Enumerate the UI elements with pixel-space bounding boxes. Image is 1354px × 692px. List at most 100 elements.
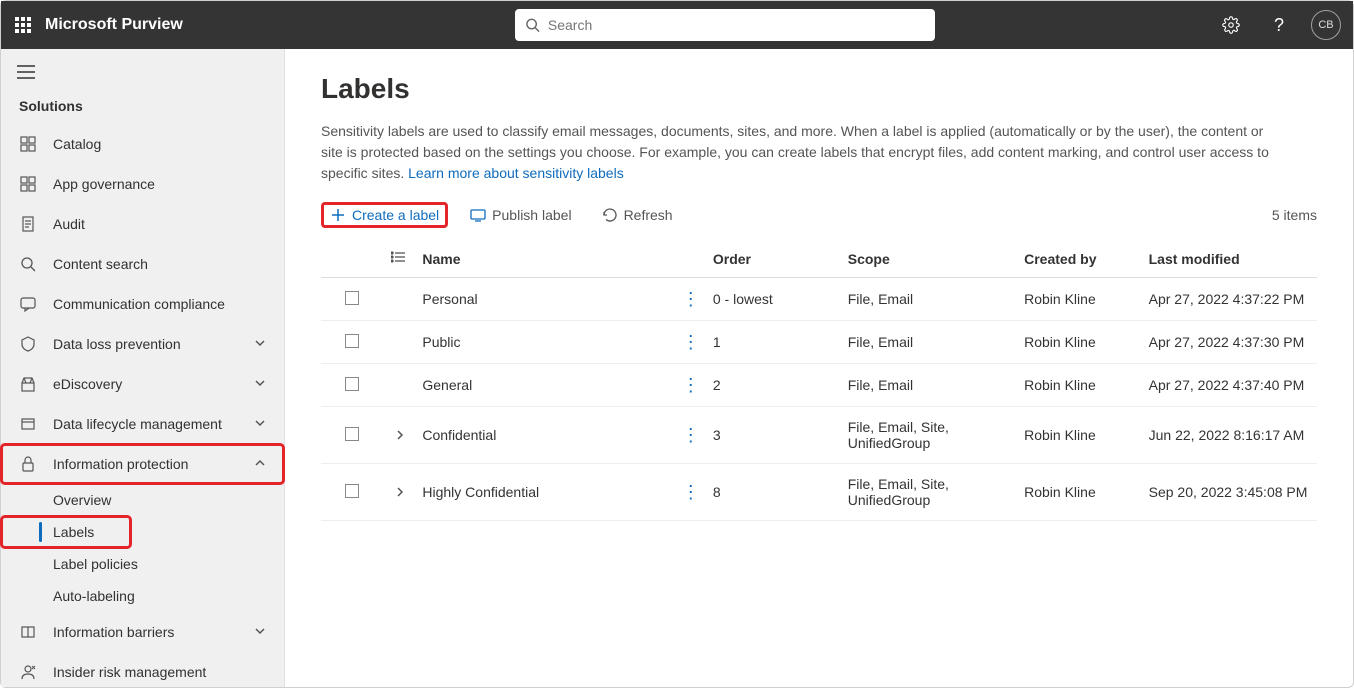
cell-name: Public <box>422 334 460 350</box>
search-icon <box>19 255 37 273</box>
sidebar-item-information-barriers[interactable]: Information barriers <box>1 612 284 652</box>
cell-name: General <box>422 377 472 393</box>
sidebar-item-label: Label policies <box>53 556 138 572</box>
sidebar-item-ediscovery[interactable]: eDiscovery <box>1 364 284 404</box>
sidebar-item-communication-compliance[interactable]: Communication compliance <box>1 284 284 324</box>
publish-label-button[interactable]: Publish label <box>462 203 579 227</box>
row-checkbox[interactable] <box>345 334 359 348</box>
cell-scope: File, Email <box>848 377 913 393</box>
sidebar-item-label: Data lifecycle management <box>53 416 222 432</box>
help-icon: ? <box>1274 15 1284 36</box>
sidebar-item-label: Information barriers <box>53 624 174 640</box>
user-avatar[interactable]: CB <box>1311 10 1341 40</box>
row-checkbox[interactable] <box>345 377 359 391</box>
sidebar-subitem-auto-labeling[interactable]: Auto-labeling <box>1 580 284 612</box>
lifecycle-icon <box>19 415 37 433</box>
app-name[interactable]: Microsoft Purview <box>45 16 183 34</box>
cell-last-modified: Apr 27, 2022 4:37:40 PM <box>1149 377 1305 393</box>
sidebar-subitem-overview[interactable]: Overview <box>1 484 284 516</box>
learn-more-link[interactable]: Learn more about sensitivity labels <box>408 165 624 181</box>
column-header-created-by[interactable]: Created by <box>1016 240 1141 278</box>
expand-row-button[interactable] <box>391 484 409 500</box>
main-content: Labels Sensitivity labels are used to cl… <box>285 49 1353 687</box>
sidebar-item-audit[interactable]: Audit <box>1 204 284 244</box>
row-checkbox[interactable] <box>345 427 359 441</box>
sidebar-item-label: Information protection <box>53 456 188 472</box>
app-launcher-icon[interactable] <box>13 15 33 35</box>
table-row[interactable]: Public ⋮ 1 File, Email Robin Kline Apr 2… <box>321 321 1317 364</box>
chevron-up-icon <box>254 456 266 472</box>
cell-name: Confidential <box>422 427 496 443</box>
sidebar-item-data-loss-prevention[interactable]: Data loss prevention <box>1 324 284 364</box>
search-box[interactable] <box>515 9 935 41</box>
cell-last-modified: Apr 27, 2022 4:37:30 PM <box>1149 334 1305 350</box>
cell-scope: File, Email, Site, UnifiedGroup <box>848 419 949 451</box>
collapse-nav-button[interactable] <box>1 57 284 90</box>
refresh-button[interactable]: Refresh <box>594 203 681 227</box>
table-header-row: Name Order Scope Created by Last modifie… <box>321 240 1317 278</box>
sidebar-item-catalog[interactable]: Catalog <box>1 124 284 164</box>
sidebar-item-label: App governance <box>53 176 155 192</box>
sidebar-item-label: Auto-labeling <box>53 588 135 604</box>
gear-icon <box>1222 16 1240 34</box>
cell-last-modified: Jun 22, 2022 8:16:17 AM <box>1149 427 1305 443</box>
page-title: Labels <box>321 73 1317 105</box>
row-actions-button[interactable]: ⋮ <box>682 482 700 502</box>
button-label: Refresh <box>624 207 673 223</box>
sidebar-item-content-search[interactable]: Content search <box>1 244 284 284</box>
cell-scope: File, Email <box>848 334 913 350</box>
catalog-icon <box>19 135 37 153</box>
cell-name: Highly Confidential <box>422 484 539 500</box>
avatar-initials: CB <box>1318 19 1333 31</box>
settings-button[interactable] <box>1215 9 1247 41</box>
row-actions-button[interactable]: ⋮ <box>682 332 700 352</box>
toolbar: Create a label Publish label Refresh 5 i… <box>321 202 1317 228</box>
column-header-last-modified[interactable]: Last modified <box>1141 240 1317 278</box>
barriers-icon <box>19 623 37 641</box>
sidebar-item-label: Insider risk management <box>53 664 206 680</box>
row-actions-button[interactable]: ⋮ <box>682 425 700 445</box>
cell-created-by: Robin Kline <box>1024 291 1096 307</box>
row-checkbox[interactable] <box>345 484 359 498</box>
sidebar-item-data-lifecycle[interactable]: Data lifecycle management <box>1 404 284 444</box>
ediscovery-icon <box>19 375 37 393</box>
row-actions-button[interactable]: ⋮ <box>682 289 700 309</box>
audit-icon <box>19 215 37 233</box>
create-label-button[interactable]: Create a label <box>321 202 448 228</box>
row-actions-button[interactable]: ⋮ <box>682 375 700 395</box>
cell-created-by: Robin Kline <box>1024 484 1096 500</box>
expand-row-button[interactable] <box>391 427 409 443</box>
page-description: Sensitivity labels are used to classify … <box>321 121 1281 184</box>
cell-scope: File, Email <box>848 291 913 307</box>
sidebar-subitem-label-policies[interactable]: Label policies <box>1 548 284 580</box>
sidebar-item-information-protection[interactable]: Information protection <box>1 444 284 484</box>
help-button[interactable]: ? <box>1263 9 1295 41</box>
row-checkbox[interactable] <box>345 291 359 305</box>
search-icon <box>525 17 540 33</box>
cell-order: 8 <box>713 484 721 500</box>
sidebar-item-label: Content search <box>53 256 148 272</box>
column-header-order[interactable]: Order <box>705 240 840 278</box>
list-view-header[interactable] <box>383 240 414 278</box>
table-row[interactable]: Confidential ⋮ 3 File, Email, Site, Unif… <box>321 407 1317 464</box>
app-governance-icon <box>19 175 37 193</box>
column-header-name[interactable]: Name <box>414 240 673 278</box>
column-header-scope[interactable]: Scope <box>840 240 1016 278</box>
info-protection-icon <box>19 455 37 473</box>
list-icon <box>391 251 405 267</box>
sidebar-item-app-governance[interactable]: App governance <box>1 164 284 204</box>
search-input[interactable] <box>548 17 925 33</box>
labels-table: Name Order Scope Created by Last modifie… <box>321 240 1317 521</box>
sidebar-subitem-labels[interactable]: Labels <box>1 516 131 548</box>
select-all-header[interactable] <box>321 240 383 278</box>
table-row[interactable]: Highly Confidential ⋮ 8 File, Email, Sit… <box>321 464 1317 521</box>
table-row[interactable]: Personal ⋮ 0 - lowest File, Email Robin … <box>321 278 1317 321</box>
dlp-icon <box>19 335 37 353</box>
sidebar-section-title: Solutions <box>1 90 284 124</box>
cell-order: 1 <box>713 334 721 350</box>
cell-created-by: Robin Kline <box>1024 427 1096 443</box>
sidebar-item-insider-risk[interactable]: Insider risk management <box>1 652 284 692</box>
table-row[interactable]: General ⋮ 2 File, Email Robin Kline Apr … <box>321 364 1317 407</box>
top-bar: Microsoft Purview ? CB <box>1 1 1353 49</box>
sidebar-item-label: Audit <box>53 216 85 232</box>
